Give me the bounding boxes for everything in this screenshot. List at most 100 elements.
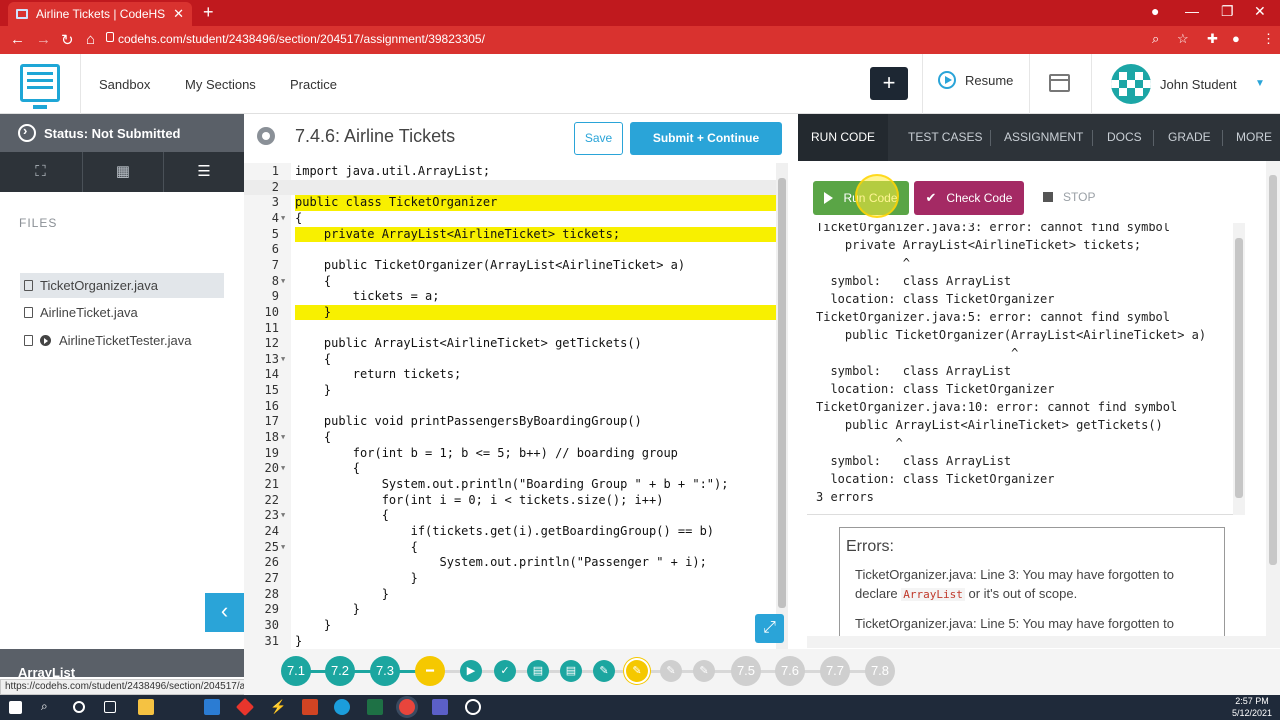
tab-grade[interactable]: GRADE [1168, 114, 1211, 161]
browser-tab[interactable]: Airline Tickets | CodeHS ✕ [8, 2, 192, 26]
edge-icon[interactable] [334, 699, 350, 715]
check-code-button[interactable]: ✔ Check Code [914, 181, 1024, 215]
file-airline-ticket[interactable]: AirlineTicket.java [20, 300, 224, 325]
new-tab-icon[interactable]: + [203, 2, 214, 23]
lesson-node-current[interactable]: ━ [415, 656, 445, 686]
forward-icon[interactable]: → [36, 31, 51, 48]
avatar[interactable] [1111, 64, 1151, 104]
tab-test-cases[interactable]: TEST CASES [908, 114, 982, 161]
fold-arrow-icon[interactable]: ▼ [281, 540, 289, 556]
lesson-node-7-3[interactable]: 7.3 [370, 656, 400, 686]
fold-arrow-icon[interactable]: ▼ [281, 461, 289, 477]
status-bar[interactable]: Status: Not Submitted [0, 114, 244, 152]
nav-practice[interactable]: Practice [290, 77, 337, 92]
code-line[interactable]: 22 for(int i = 0; i < tickets.size(); i+… [244, 493, 776, 509]
url-field[interactable]: codehs.com/student/2438496/section/20451… [118, 32, 485, 46]
add-button[interactable]: + [870, 67, 908, 100]
tab-assignment[interactable]: ASSIGNMENT [1004, 114, 1083, 161]
code-line[interactable]: 1 import java.util.ArrayList; [244, 164, 776, 180]
file-ticket-organizer[interactable]: TicketOrganizer.java [20, 273, 224, 298]
code-line[interactable]: 12 public ArrayList<AirlineTicket> getTi… [244, 336, 776, 352]
code-line[interactable]: 21 System.out.println("Boarding Group " … [244, 477, 776, 493]
codehs-logo-icon[interactable] [20, 64, 60, 109]
code-line[interactable]: 10 } [244, 304, 776, 321]
code-line[interactable]: 13 ▼ { [244, 352, 776, 368]
nav-my-sections[interactable]: My Sections [185, 77, 256, 92]
pencil-icon[interactable]: ✎ [660, 660, 682, 682]
lesson-node-7-7[interactable]: 7.7 [820, 656, 850, 686]
pencil-icon[interactable]: ✎ [693, 660, 715, 682]
cortana-icon[interactable] [73, 701, 85, 713]
profile-avatar-icon[interactable]: ● [1232, 31, 1240, 46]
tab-docs[interactable]: DOCS [1107, 114, 1142, 161]
editor-scrollbar-thumb[interactable] [778, 178, 786, 608]
lesson-node-7-1[interactable]: 7.1 [281, 656, 311, 686]
user-name[interactable]: John Student [1160, 77, 1237, 92]
minimize-icon[interactable]: — [1185, 3, 1199, 19]
code-line[interactable]: 25 ▼ { [244, 540, 776, 556]
code-line[interactable]: 7 public TicketOrganizer(ArrayList<Airli… [244, 258, 776, 274]
output-scrollbar-thumb[interactable] [1235, 238, 1243, 498]
code-line[interactable]: 2 [244, 179, 776, 196]
code-line[interactable]: 24 if(tickets.get(i).getBoardingGroup() … [244, 524, 776, 540]
powerpoint-icon[interactable] [302, 699, 318, 715]
maximize-icon[interactable]: ❐ [1221, 3, 1234, 20]
code-line[interactable]: 30 } [244, 618, 776, 634]
document-icon[interactable]: ▤ [527, 660, 549, 682]
bookmark-star-icon[interactable]: ☆ [1177, 31, 1189, 47]
gear-icon[interactable] [257, 127, 275, 145]
lesson-node-7-2[interactable]: 7.2 [325, 656, 355, 686]
panel-horizontal-scrollbar[interactable] [807, 636, 1280, 648]
code-line[interactable]: 28 } [244, 587, 776, 603]
code-line[interactable]: 8 ▼ { [244, 274, 776, 290]
code-line[interactable]: 27 } [244, 571, 776, 587]
panel-scrollbar-thumb[interactable] [1269, 175, 1277, 565]
profile-icon[interactable]: ● [1151, 3, 1159, 19]
chrome-icon[interactable] [399, 699, 415, 715]
file-airline-ticket-tester[interactable]: AirlineTicketTester.java [20, 328, 224, 353]
code-line[interactable]: 16 [244, 399, 776, 415]
fold-arrow-icon[interactable]: ▼ [281, 352, 289, 368]
code-line[interactable]: 4 ▼ { [244, 211, 776, 227]
code-line[interactable]: 3 public class TicketOrganizer [244, 195, 776, 211]
task-view-icon[interactable] [104, 701, 116, 713]
fold-arrow-icon[interactable]: ▼ [281, 274, 289, 290]
window-icon[interactable] [1049, 74, 1070, 92]
chevron-down-icon[interactable]: ▼ [1255, 78, 1265, 89]
run-file-icon[interactable] [40, 335, 51, 346]
tab-run-code[interactable]: RUN CODE [798, 114, 888, 161]
map-icon[interactable]: ⛶ [0, 152, 81, 192]
code-editor[interactable]: 1 import java.util.ArrayList; 2 3 public cla… [244, 163, 776, 649]
code-line[interactable]: 11 [244, 321, 776, 337]
browser-menu-icon[interactable]: ⋮ [1262, 31, 1275, 47]
teams-icon[interactable] [432, 699, 448, 715]
code-line[interactable]: 14 return tickets; [244, 367, 776, 383]
lesson-node-7-5[interactable]: 7.5 [731, 656, 761, 686]
home-icon[interactable]: ⌂ [86, 31, 95, 48]
code-line[interactable]: 20 ▼ { [244, 461, 776, 477]
app-icon[interactable] [235, 697, 255, 717]
video-icon[interactable]: ▶ [460, 660, 482, 682]
back-icon[interactable]: ← [10, 31, 25, 48]
code-line[interactable]: 29 } [244, 602, 776, 618]
code-line[interactable]: 17 public void printPassengersByBoarding… [244, 414, 776, 430]
quiz-check-icon[interactable]: ✓ [494, 660, 516, 682]
mail-icon[interactable] [204, 699, 220, 715]
app-icon[interactable]: ⚡ [270, 699, 286, 715]
windows-start-icon[interactable] [9, 701, 22, 714]
pencil-icon[interactable]: ✎ [593, 660, 615, 682]
extensions-icon[interactable]: ✚ [1207, 31, 1218, 47]
fold-arrow-icon[interactable]: ▼ [281, 508, 289, 524]
code-line[interactable]: 6 [244, 242, 776, 258]
list-icon[interactable]: ☰ [163, 152, 244, 192]
code-line[interactable]: 23 ▼ { [244, 508, 776, 524]
tab-more[interactable]: MORE [1236, 114, 1272, 161]
code-line[interactable]: 26 System.out.println("Passenger " + i); [244, 555, 776, 571]
code-line[interactable]: 9 tickets = a; [244, 289, 776, 305]
code-line[interactable]: 31} [244, 634, 776, 650]
lesson-node-7-6[interactable]: 7.6 [775, 656, 805, 686]
lesson-node-7-8[interactable]: 7.8 [865, 656, 895, 686]
zoom-icon[interactable]: ⌕ [1152, 31, 1159, 47]
app-icon[interactable] [465, 699, 481, 715]
pencil-icon-current[interactable]: ✎ [626, 660, 648, 682]
